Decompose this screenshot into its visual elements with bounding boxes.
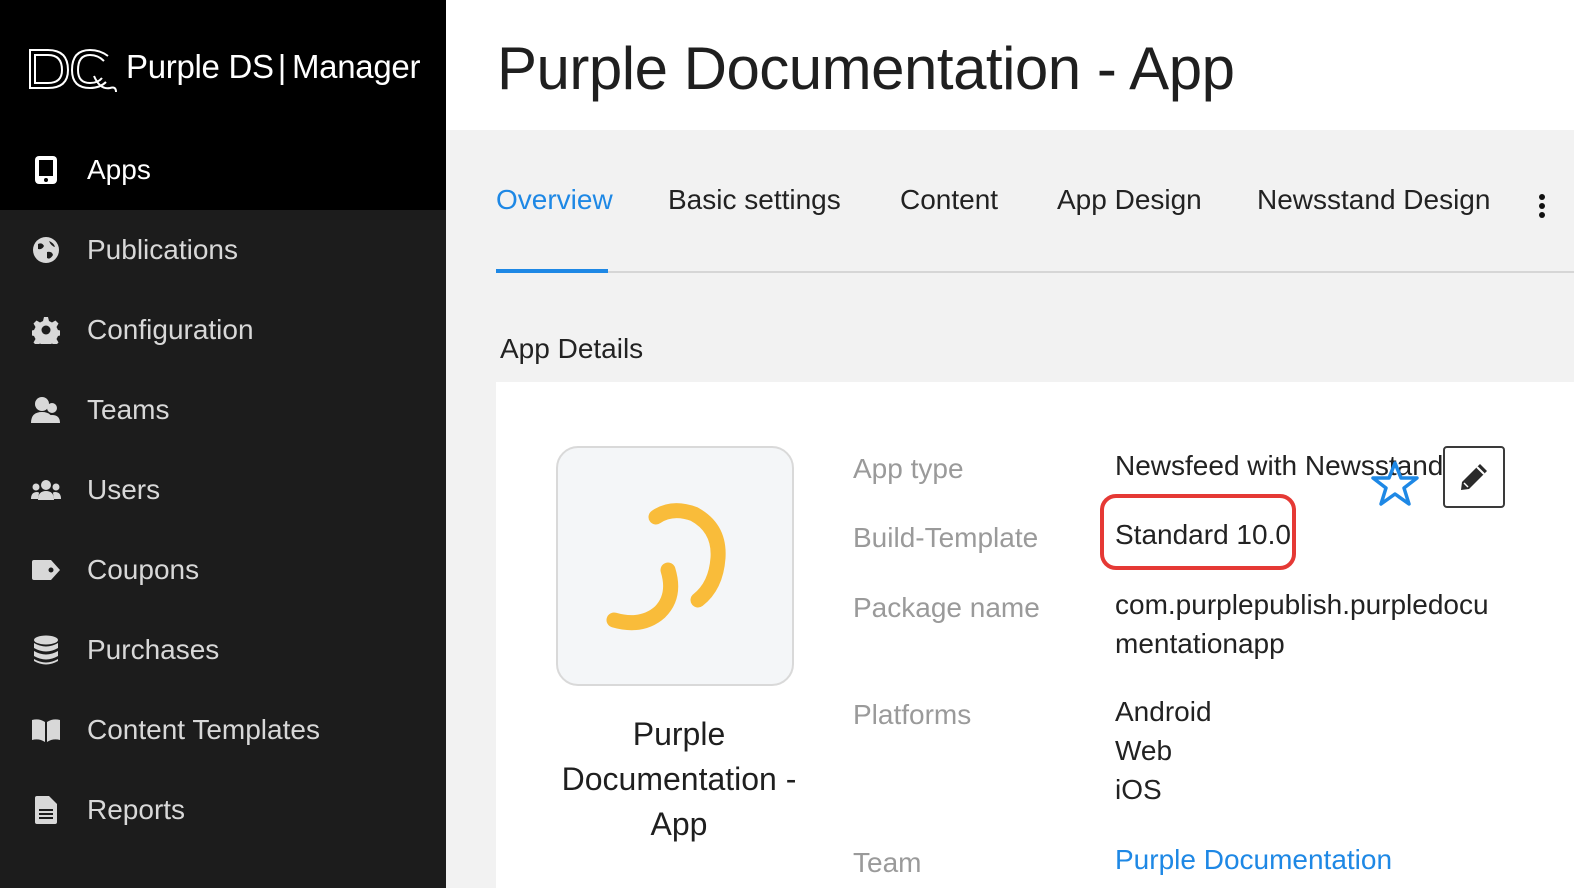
sidebar-item-label: Purchases	[87, 634, 220, 665]
sidebar-item-label: Teams	[87, 394, 170, 425]
sidebar-item-label: Content Templates	[87, 714, 320, 745]
tab-divider	[496, 271, 1574, 273]
package-name-label: Package name	[853, 592, 1040, 623]
book-icon	[30, 714, 62, 746]
brand-title: Purple DS | Manager	[126, 48, 420, 86]
platform-ios: iOS	[1115, 774, 1162, 805]
more-tabs-icon[interactable]	[1532, 194, 1552, 222]
tab-newsstand-design[interactable]: Newsstand Design	[1257, 184, 1490, 216]
tab-app-design[interactable]: App Design	[1057, 184, 1202, 216]
sidebar-item-publications[interactable]: Publications	[0, 210, 446, 290]
sidebar-item-label: Users	[87, 474, 161, 505]
sidebar-item-users[interactable]: Users	[0, 450, 446, 530]
globe-icon	[30, 234, 62, 266]
sidebar-item-coupons[interactable]: Coupons	[0, 530, 446, 610]
app-icon	[556, 446, 794, 686]
sidebar: Purple DS | Manager Apps Publications Conf…	[0, 0, 446, 888]
star-icon[interactable]	[1370, 460, 1420, 508]
team-icon	[30, 394, 62, 426]
active-tab-indicator	[496, 269, 608, 273]
tab-bar: Overview Basic settings Content App Desi…	[496, 160, 1574, 274]
sidebar-item-purchases[interactable]: Purchases	[0, 610, 446, 690]
brand-name: Purple DS	[126, 48, 274, 85]
sidebar-item-label: Configuration	[87, 314, 254, 345]
build-template-label: Build-Template	[853, 522, 1039, 553]
tab-basic-settings[interactable]: Basic settings	[668, 184, 841, 216]
database-icon	[30, 634, 62, 666]
brand-header: Purple DS | Manager	[0, 0, 446, 130]
sidebar-item-content-templates[interactable]: Content Templates	[0, 690, 446, 770]
section-title: App Details	[500, 333, 644, 364]
platforms-label: Platforms	[853, 699, 972, 730]
sidebar-nav: Apps Publications Configuration Teams Us…	[0, 130, 446, 850]
tag-icon	[30, 554, 62, 586]
pencil-icon	[1461, 464, 1487, 490]
sidebar-item-label: Apps	[87, 154, 151, 185]
tab-content[interactable]: Content	[900, 184, 998, 216]
users-icon	[30, 474, 62, 506]
sidebar-item-label: Coupons	[87, 554, 200, 585]
purple-logo-icon	[606, 503, 726, 631]
package-name-value-line1: com.purplepublish.purpledocu	[1115, 589, 1489, 620]
brand-separator: |	[277, 48, 287, 85]
ds-logo-icon	[29, 48, 117, 93]
sidebar-item-label: Publications	[87, 234, 238, 265]
document-icon	[30, 794, 62, 826]
tab-overview[interactable]: Overview	[496, 184, 613, 216]
page-header: Purple Documentation - App	[446, 0, 1574, 130]
sidebar-item-apps[interactable]: Apps	[0, 130, 446, 210]
app-details-card: Purple Documentation - App App type News…	[496, 382, 1574, 888]
app-name: Purple Documentation - App	[561, 716, 797, 842]
sidebar-item-teams[interactable]: Teams	[0, 370, 446, 450]
sidebar-item-label: Reports	[87, 794, 186, 825]
team-link[interactable]: Purple Documentation	[1115, 840, 1392, 879]
page-title: Purple Documentation - App	[497, 35, 1235, 102]
app-type-label: App type	[853, 453, 964, 484]
platform-web: Web	[1115, 735, 1173, 766]
team-label: Team	[853, 847, 922, 878]
sidebar-item-reports[interactable]: Reports	[0, 770, 446, 850]
package-name-value-line2: mentationapp	[1115, 628, 1285, 659]
platform-android: Android	[1115, 696, 1212, 727]
gear-icon	[30, 314, 62, 346]
edit-button[interactable]	[1443, 446, 1505, 508]
brand-product: Manager	[291, 48, 421, 85]
highlight-annotation	[1100, 494, 1296, 570]
sidebar-item-configuration[interactable]: Configuration	[0, 290, 446, 370]
tablet-icon	[30, 154, 62, 186]
